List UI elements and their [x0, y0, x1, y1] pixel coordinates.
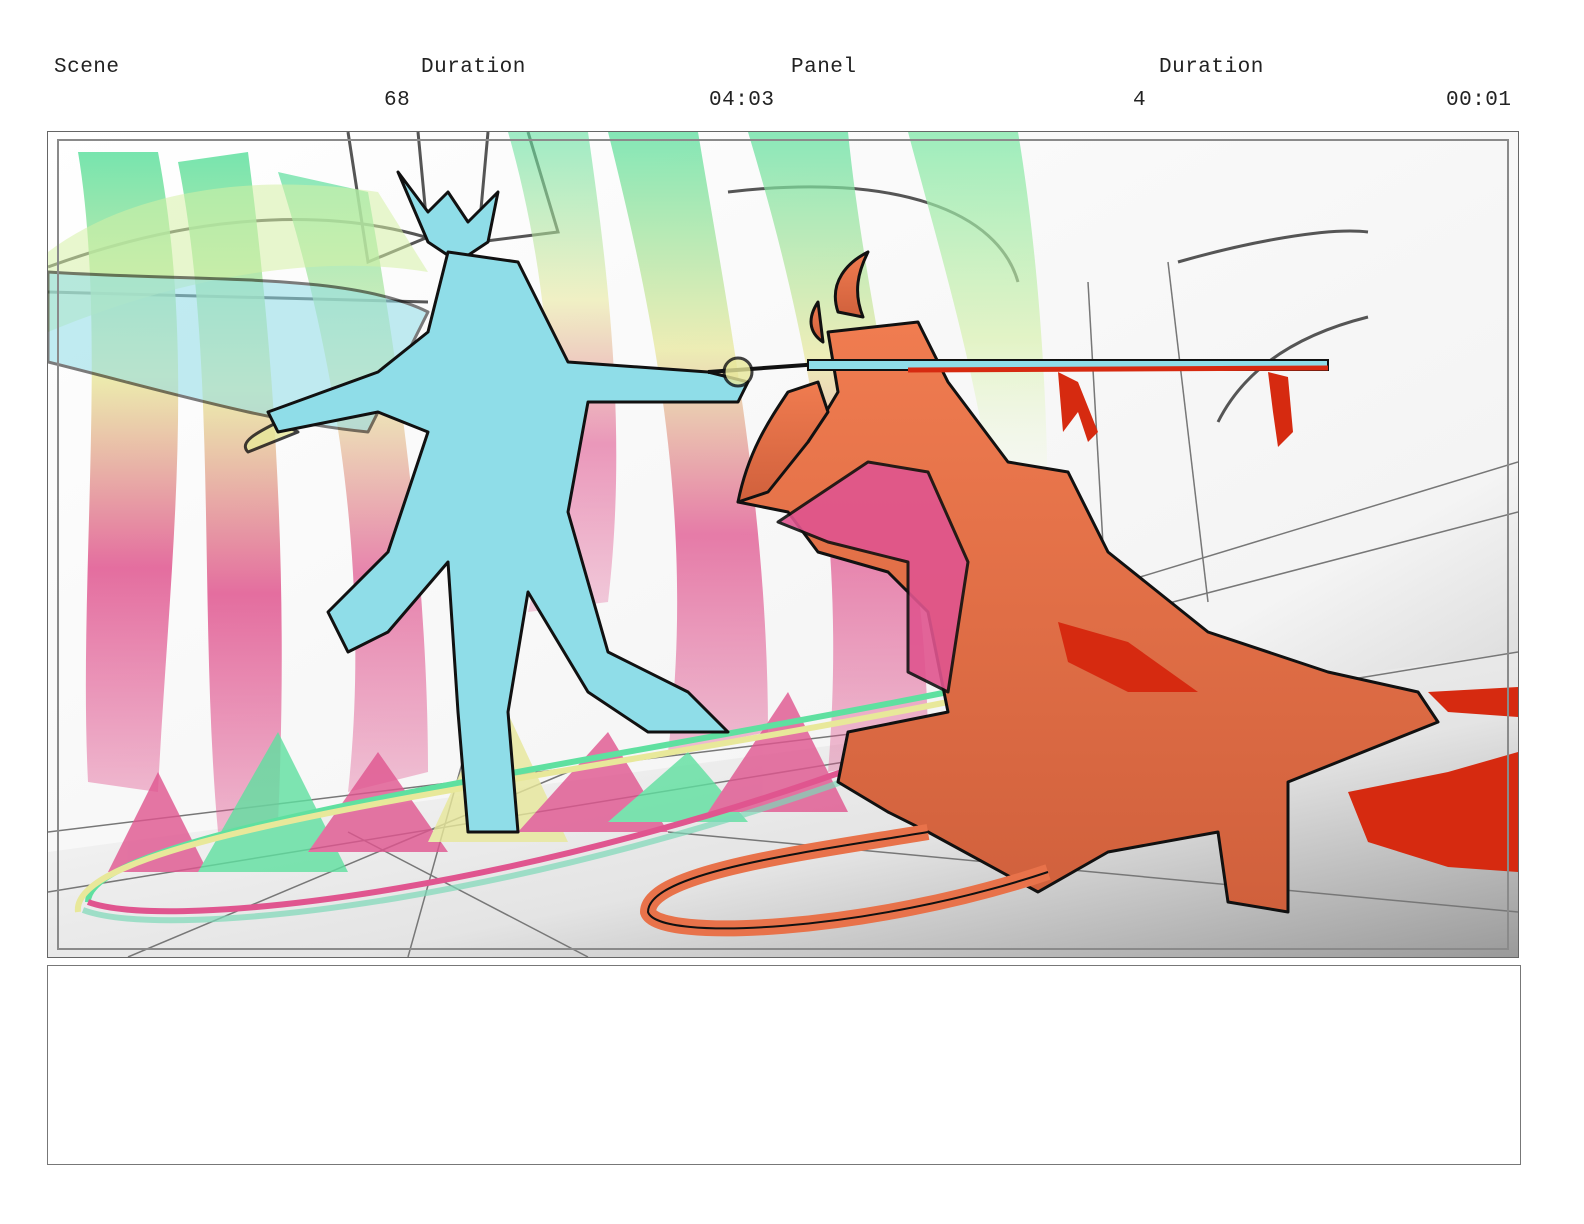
scene-duration-label: Duration: [421, 56, 526, 79]
scene-label: Scene: [54, 56, 120, 79]
panel-duration-value: 00:01: [1446, 89, 1512, 112]
panel-notes-box: [47, 965, 1521, 1165]
scene-number: 68: [384, 89, 411, 112]
panel-label: Panel: [791, 56, 857, 79]
panel-duration-label: Duration: [1159, 56, 1264, 79]
storyboard-panel-image: [47, 131, 1519, 958]
scene-duration-value: 04:03: [709, 89, 775, 112]
impaling-sword: [807, 359, 1329, 373]
storyboard-sketch: [48, 132, 1518, 957]
panel-number: 4: [1133, 89, 1147, 112]
